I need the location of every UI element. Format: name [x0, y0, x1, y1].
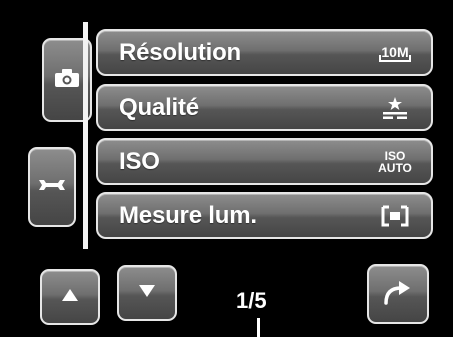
menu-item-label: ISO — [119, 147, 160, 175]
wrench-icon — [37, 177, 67, 198]
menu-item-label: Mesure lum. — [119, 201, 257, 229]
menu-item-metering[interactable]: Mesure lum. — [96, 192, 433, 239]
scroll-down-button[interactable] — [117, 265, 177, 321]
camera-icon — [54, 68, 80, 93]
triangle-down-icon — [138, 284, 156, 303]
quality-stars-icon — [373, 93, 417, 123]
menu-divider — [83, 22, 88, 249]
tab-setup[interactable] — [28, 147, 76, 227]
scroll-up-button[interactable] — [40, 269, 100, 325]
camera-menu-screen: Résolution 10M Qualité ISO ISO AUTO Mesu… — [0, 0, 460, 337]
resolution-icon-text: 10M — [378, 44, 411, 62]
iso-icon-top: ISO — [384, 148, 406, 163]
menu-item-iso[interactable]: ISO ISO AUTO — [96, 138, 433, 185]
screen-edge — [453, 0, 460, 337]
page-indicator: 1/5 — [236, 288, 267, 313]
resolution-10m-icon: 10M — [373, 38, 417, 68]
iso-icon-bottom: AUTO — [378, 160, 412, 175]
page-indicator-tick — [257, 318, 260, 337]
menu-item-quality[interactable]: Qualité — [96, 84, 433, 131]
iso-auto-icon: ISO AUTO — [373, 147, 417, 177]
menu-item-label: Qualité — [119, 93, 199, 121]
triangle-up-icon — [61, 288, 79, 307]
curved-arrow-icon — [383, 279, 413, 310]
exit-button[interactable] — [367, 264, 429, 324]
metering-center-icon — [373, 201, 417, 231]
menu-item-resolution[interactable]: Résolution 10M — [96, 29, 433, 76]
menu-item-label: Résolution — [119, 38, 241, 66]
